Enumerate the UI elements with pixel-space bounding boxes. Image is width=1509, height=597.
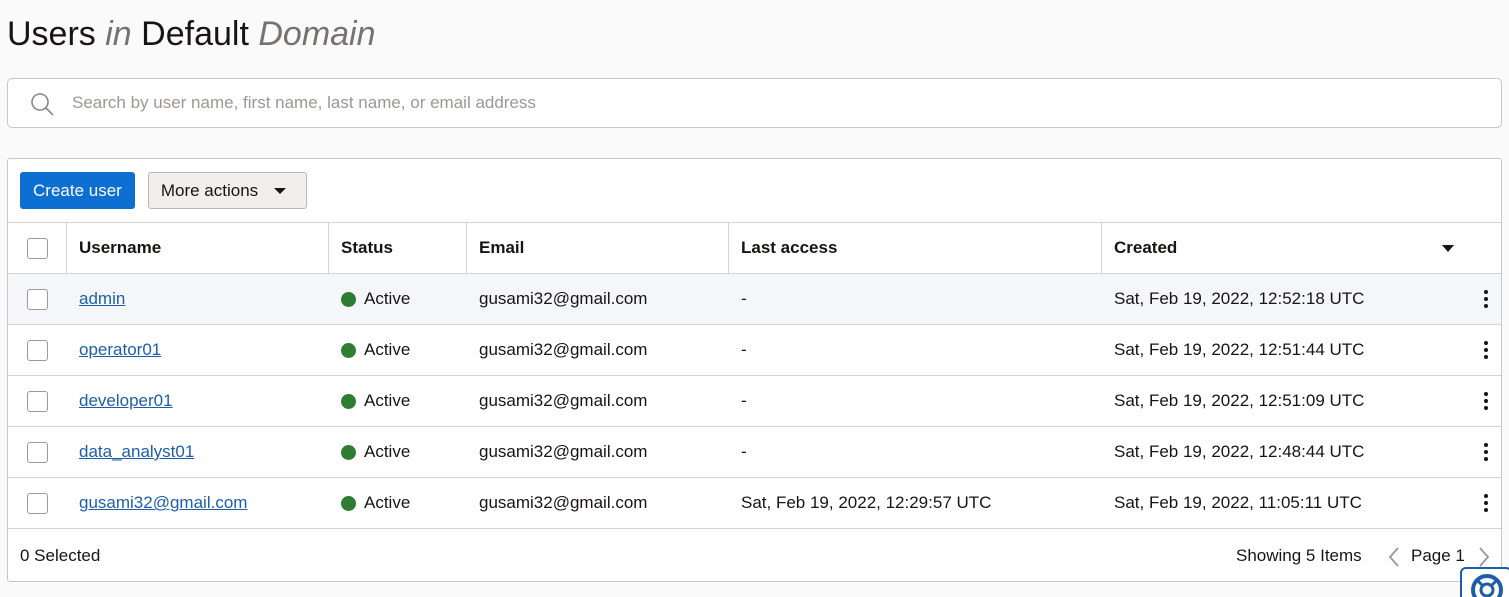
row-checkbox[interactable] bbox=[27, 339, 48, 361]
select-all-cell bbox=[27, 223, 48, 273]
column-header-email[interactable]: Email bbox=[479, 223, 524, 273]
email-cell: gusami32@gmail.com bbox=[479, 493, 648, 512]
column-header-created[interactable]: Created bbox=[1114, 223, 1177, 273]
chevron-right-icon[interactable] bbox=[1478, 547, 1490, 567]
lifebuoy-icon bbox=[1471, 574, 1503, 597]
row-actions-menu-icon[interactable] bbox=[1484, 478, 1488, 528]
email-cell: gusami32@gmail.com bbox=[479, 289, 648, 308]
row-checkbox[interactable] bbox=[27, 288, 48, 310]
toolbar: Create user More actions bbox=[20, 172, 307, 209]
username-link[interactable]: gusami32@gmail.com bbox=[79, 493, 247, 513]
table-footer: 0 Selected Showing 5 Items Page 1 bbox=[8, 531, 1501, 581]
created-cell: Sat, Feb 19, 2022, 12:51:44 UTC bbox=[1114, 340, 1365, 359]
column-divider[interactable] bbox=[466, 223, 467, 273]
row-actions-menu-icon[interactable] bbox=[1484, 325, 1488, 375]
users-page: Users in Default Domain Create user More… bbox=[0, 0, 1509, 597]
last-access-cell: Sat, Feb 19, 2022, 12:29:57 UTC bbox=[741, 493, 992, 512]
last-access-cell: - bbox=[741, 289, 747, 308]
more-actions-label: More actions bbox=[160, 180, 259, 200]
row-checkbox[interactable] bbox=[27, 492, 48, 514]
status-text: Active bbox=[364, 493, 411, 512]
title-users: Users bbox=[7, 15, 96, 53]
username-link[interactable]: admin bbox=[79, 289, 125, 309]
chevron-down-icon bbox=[273, 188, 286, 194]
title-in: in bbox=[105, 15, 132, 53]
table-body: admin Active gusami32@gmail.com - Sat, F… bbox=[8, 274, 1501, 529]
column-header-username[interactable]: Username bbox=[79, 223, 161, 273]
sort-desc-icon[interactable] bbox=[1442, 223, 1454, 273]
table-row[interactable]: data_analyst01 Active gusami32@gmail.com… bbox=[8, 427, 1501, 478]
column-divider[interactable] bbox=[728, 223, 729, 273]
help-button[interactable] bbox=[1460, 567, 1509, 597]
row-actions-menu-icon[interactable] bbox=[1484, 427, 1488, 477]
created-cell: Sat, Feb 19, 2022, 11:05:11 UTC bbox=[1114, 493, 1362, 512]
more-actions-button[interactable]: More actions bbox=[147, 172, 307, 209]
items-count: Showing 5 Items bbox=[1236, 546, 1362, 565]
title-domain-name: Default bbox=[141, 15, 249, 53]
status-text: Active bbox=[364, 391, 411, 410]
row-actions-menu-icon[interactable] bbox=[1484, 274, 1488, 324]
status-text: Active bbox=[364, 289, 411, 308]
table-row[interactable]: developer01 Active gusami32@gmail.com - … bbox=[8, 376, 1501, 427]
column-header-status[interactable]: Status bbox=[341, 223, 393, 273]
username-link[interactable]: operator01 bbox=[79, 340, 161, 360]
column-divider[interactable] bbox=[1101, 223, 1102, 273]
created-cell: Sat, Feb 19, 2022, 12:51:09 UTC bbox=[1114, 391, 1365, 410]
column-divider[interactable] bbox=[66, 223, 67, 273]
row-checkbox[interactable] bbox=[27, 390, 48, 412]
select-all-checkbox[interactable] bbox=[27, 237, 48, 259]
chevron-left-icon[interactable] bbox=[1388, 547, 1400, 567]
search-input[interactable] bbox=[72, 79, 1472, 127]
selected-count: 0 Selected bbox=[20, 546, 101, 565]
email-cell: gusami32@gmail.com bbox=[479, 442, 648, 461]
users-table: Username Status Email Last access Create… bbox=[8, 222, 1501, 529]
status-text: Active bbox=[364, 442, 411, 461]
column-header-last-access[interactable]: Last access bbox=[741, 223, 837, 273]
create-user-button[interactable]: Create user bbox=[20, 172, 135, 209]
table-row[interactable]: gusami32@gmail.com Active gusami32@gmail… bbox=[8, 478, 1501, 529]
title-domain-suffix: Domain bbox=[258, 15, 376, 53]
table-row[interactable]: admin Active gusami32@gmail.com - Sat, F… bbox=[8, 274, 1501, 325]
last-access-cell: - bbox=[741, 340, 747, 359]
status-active-icon bbox=[341, 342, 356, 358]
status-active-icon bbox=[341, 495, 356, 511]
last-access-cell: - bbox=[741, 391, 747, 410]
status-active-icon bbox=[341, 444, 356, 460]
table-row[interactable]: operator01 Active gusami32@gmail.com - S… bbox=[8, 325, 1501, 376]
email-cell: gusami32@gmail.com bbox=[479, 391, 648, 410]
status-active-icon bbox=[341, 291, 356, 307]
search-icon bbox=[31, 93, 54, 116]
row-checkbox[interactable] bbox=[27, 441, 48, 463]
page-indicator: Page 1 bbox=[1411, 546, 1465, 565]
last-access-cell: - bbox=[741, 442, 747, 461]
username-link[interactable]: data_analyst01 bbox=[79, 442, 194, 462]
users-panel: Create user More actions Username Status… bbox=[7, 158, 1502, 582]
created-cell: Sat, Feb 19, 2022, 12:52:18 UTC bbox=[1114, 289, 1365, 308]
email-cell: gusami32@gmail.com bbox=[479, 340, 648, 359]
status-text: Active bbox=[364, 340, 411, 359]
status-active-icon bbox=[341, 393, 356, 409]
row-actions-menu-icon[interactable] bbox=[1484, 376, 1488, 426]
page-title: Users in Default Domain bbox=[7, 14, 376, 54]
created-cell: Sat, Feb 19, 2022, 12:48:44 UTC bbox=[1114, 442, 1365, 461]
username-link[interactable]: developer01 bbox=[79, 391, 173, 411]
column-divider[interactable] bbox=[328, 223, 329, 273]
table-header: Username Status Email Last access Create… bbox=[8, 222, 1501, 274]
search-box bbox=[7, 78, 1502, 128]
